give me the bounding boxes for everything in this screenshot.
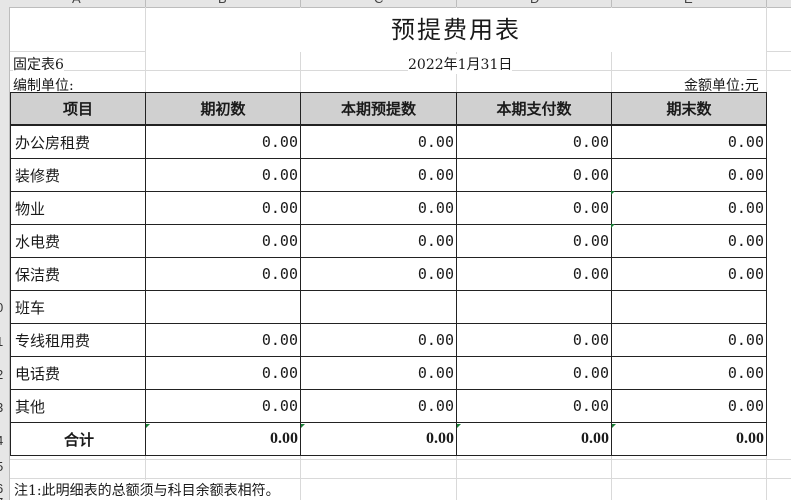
table-row: 专线租用费 0.00 0.00 0.00 0.00 <box>10 323 767 357</box>
table-header-row: 项目 期初数 本期预提数 本期支付数 期末数 <box>10 92 767 126</box>
row-label[interactable]: 物业 <box>10 191 146 225</box>
closing-cell[interactable]: 0.00 <box>611 323 767 357</box>
accrued-cell[interactable]: 0.00 <box>300 124 457 159</box>
cell-error-indicator[interactable] <box>612 424 616 428</box>
row-label[interactable]: 水电费 <box>10 224 146 258</box>
paid-cell[interactable]: 0.00 <box>456 158 612 192</box>
row-number[interactable]: 0 <box>0 300 3 315</box>
accrued-expense-table: 项目 期初数 本期预提数 本期支付数 期末数 办公房租费 0.00 0.00 0… <box>10 92 767 456</box>
row-header-strip: 0 1 2 3 4 5 6 7 <box>0 7 10 500</box>
accrued-cell[interactable]: 0.00 <box>300 257 457 291</box>
table-row: 物业 0.00 0.00 0.00 0.00 <box>10 191 767 225</box>
header-opening[interactable]: 期初数 <box>145 92 301 126</box>
row-label[interactable]: 电话费 <box>10 356 146 390</box>
footnote[interactable]: 注1:此明细表的总额须与科目余额表相符。 <box>14 480 280 500</box>
column-letter-d[interactable]: D <box>530 0 539 6</box>
cell-error-indicator[interactable] <box>611 191 615 195</box>
paid-cell[interactable]: 0.00 <box>456 124 612 159</box>
opening-cell[interactable] <box>145 290 301 324</box>
paid-cell[interactable]: 0.00 <box>456 257 612 291</box>
row-label[interactable]: 专线租用费 <box>10 323 146 357</box>
row-number[interactable]: 5 <box>0 459 3 474</box>
opening-cell[interactable]: 0.00 <box>145 158 301 192</box>
total-accrued-cell[interactable]: 0.00 <box>300 422 457 456</box>
closing-cell[interactable]: 0.00 <box>611 257 767 291</box>
accrued-cell[interactable]: 0.00 <box>300 389 457 423</box>
row-label[interactable]: 办公房租费 <box>10 124 146 159</box>
opening-cell[interactable]: 0.00 <box>145 124 301 159</box>
accrued-cell[interactable]: 0.00 <box>300 158 457 192</box>
report-title[interactable]: 预提费用表 <box>146 8 766 52</box>
total-label[interactable]: 合计 <box>10 422 146 456</box>
cell-error-indicator[interactable] <box>611 224 615 228</box>
column-letter-e[interactable]: E <box>684 0 693 6</box>
accrued-cell[interactable]: 0.00 <box>300 191 457 225</box>
column-letter-b[interactable]: B <box>218 0 227 6</box>
opening-cell[interactable]: 0.00 <box>145 323 301 357</box>
closing-cell[interactable]: 0.00 <box>611 389 767 423</box>
table-row: 办公房租费 0.00 0.00 0.00 0.00 <box>10 124 767 159</box>
closing-cell[interactable]: 0.00 <box>611 356 767 390</box>
form-number[interactable]: 固定表6 <box>13 54 64 74</box>
total-paid-cell[interactable]: 0.00 <box>456 422 612 456</box>
opening-cell[interactable]: 0.00 <box>145 356 301 390</box>
header-closing[interactable]: 期末数 <box>611 92 767 126</box>
table-row: 班车 <box>10 290 767 324</box>
header-paid[interactable]: 本期支付数 <box>456 92 612 126</box>
row-label[interactable]: 保洁费 <box>10 257 146 291</box>
closing-cell[interactable]: 0.00 <box>611 124 767 159</box>
row-number[interactable]: 2 <box>0 367 3 382</box>
cell-error-indicator[interactable] <box>457 424 461 428</box>
report-date[interactable]: 2022年1月31日 <box>408 54 513 74</box>
accrued-cell[interactable] <box>300 290 457 324</box>
table-row: 保洁费 0.00 0.00 0.00 0.00 <box>10 257 767 291</box>
closing-cell[interactable] <box>611 290 767 324</box>
row-number[interactable]: 6 <box>0 481 3 496</box>
paid-cell[interactable]: 0.00 <box>456 224 612 258</box>
cell-error-indicator[interactable] <box>301 424 305 428</box>
row-number[interactable]: 4 <box>0 433 3 448</box>
accrued-cell[interactable]: 0.00 <box>300 323 457 357</box>
table-row: 电话费 0.00 0.00 0.00 0.00 <box>10 356 767 390</box>
cell-error-indicator[interactable] <box>146 424 150 428</box>
opening-cell[interactable]: 0.00 <box>145 224 301 258</box>
paid-cell[interactable]: 0.00 <box>456 356 612 390</box>
header-item[interactable]: 项目 <box>10 92 146 126</box>
opening-cell[interactable]: 0.00 <box>145 389 301 423</box>
accrued-cell[interactable]: 0.00 <box>300 224 457 258</box>
closing-cell[interactable]: 0.00 <box>611 191 767 225</box>
closing-cell[interactable]: 0.00 <box>611 224 767 258</box>
paid-cell[interactable] <box>456 290 612 324</box>
paid-cell[interactable]: 0.00 <box>456 389 612 423</box>
opening-cell[interactable]: 0.00 <box>145 257 301 291</box>
column-letter-c[interactable]: C <box>374 0 383 6</box>
total-opening-cell[interactable]: 0.00 <box>145 422 301 456</box>
paid-cell[interactable]: 0.00 <box>456 323 612 357</box>
row-number[interactable]: 7 <box>0 495 3 500</box>
header-accrued[interactable]: 本期预提数 <box>300 92 457 126</box>
total-closing-cell[interactable]: 0.00 <box>611 422 767 456</box>
row-label[interactable]: 其他 <box>10 389 146 423</box>
paid-cell[interactable]: 0.00 <box>456 191 612 225</box>
accrued-cell[interactable]: 0.00 <box>300 356 457 390</box>
table-row: 装修费 0.00 0.00 0.00 0.00 <box>10 158 767 192</box>
row-number[interactable]: 1 <box>0 334 3 349</box>
closing-cell[interactable]: 0.00 <box>611 158 767 192</box>
total-row: 合计 0.00 0.00 0.00 0.00 <box>10 422 767 456</box>
row-label[interactable]: 装修费 <box>10 158 146 192</box>
row-label[interactable]: 班车 <box>10 290 146 324</box>
table-row: 其他 0.00 0.00 0.00 0.00 <box>10 389 767 423</box>
row-number[interactable]: 3 <box>0 400 3 415</box>
table-row: 水电费 0.00 0.00 0.00 0.00 <box>10 224 767 258</box>
opening-cell[interactable]: 0.00 <box>145 191 301 225</box>
column-letter-a[interactable]: A <box>72 0 81 6</box>
